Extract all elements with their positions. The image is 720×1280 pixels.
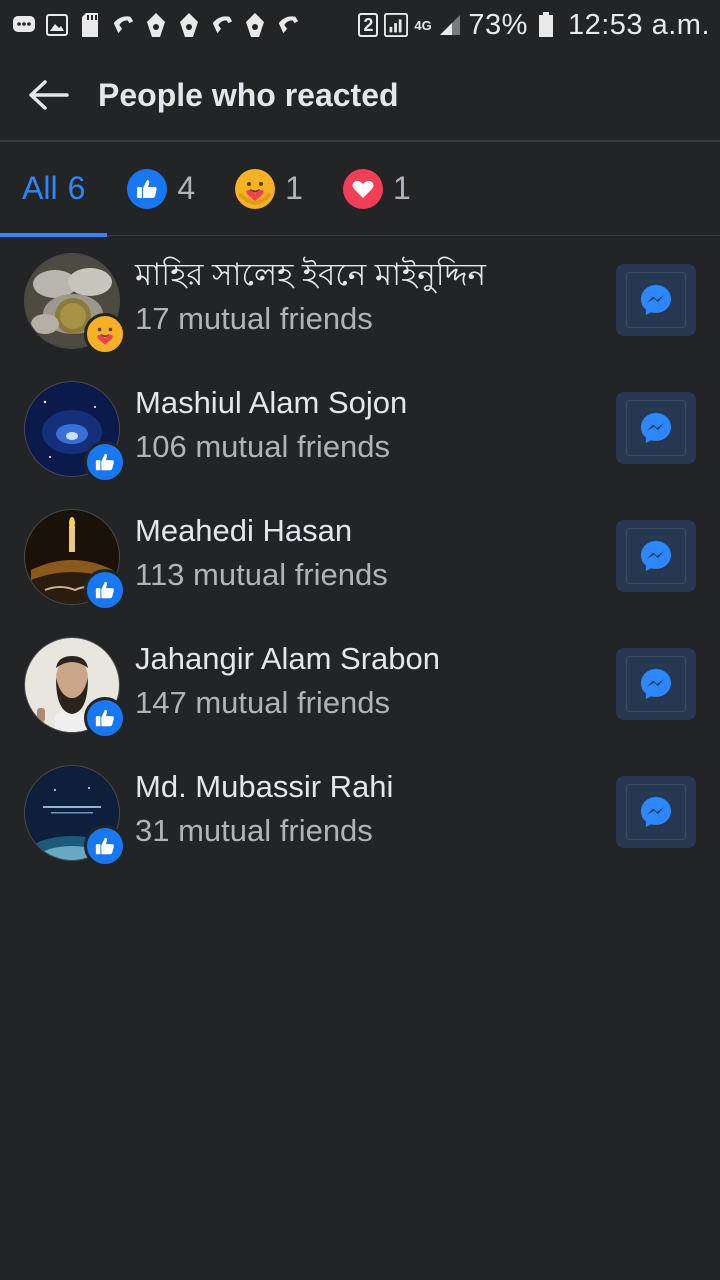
avatar-container bbox=[24, 253, 126, 355]
messenger-icon bbox=[639, 539, 673, 573]
avatar-container bbox=[24, 637, 126, 739]
phone-call-icon bbox=[276, 13, 300, 37]
sd-card-icon bbox=[78, 13, 102, 37]
list-item[interactable]: Meahedi Hasan 113 mutual friends bbox=[0, 492, 720, 620]
tab-count: 4 bbox=[177, 170, 196, 206]
page-title: People who reacted bbox=[98, 76, 399, 113]
tab-love[interactable]: 1 bbox=[323, 142, 431, 236]
message-button-frame bbox=[626, 272, 686, 328]
list-item[interactable]: Mashiul Alam Sojon 106 mutual friends bbox=[0, 364, 720, 492]
message-button[interactable] bbox=[616, 776, 696, 848]
like-reaction-icon bbox=[84, 569, 126, 611]
tab-count: 1 bbox=[392, 170, 411, 206]
phone-call-icon bbox=[210, 13, 234, 37]
tab-all[interactable]: All 6 bbox=[0, 142, 108, 237]
message-button-frame bbox=[626, 528, 686, 584]
love-reaction-icon bbox=[342, 168, 383, 209]
messenger-icon bbox=[639, 411, 673, 445]
network-type-label: 4G bbox=[414, 17, 432, 33]
signal-strength-icon bbox=[438, 13, 462, 37]
like-reaction-icon bbox=[127, 168, 168, 209]
message-button[interactable] bbox=[616, 264, 696, 336]
tab-care[interactable]: 1 bbox=[215, 142, 323, 236]
message-button-frame bbox=[626, 400, 686, 456]
person-name[interactable]: Jahangir Alam Srabon bbox=[135, 638, 440, 680]
messenger-icon bbox=[639, 795, 673, 829]
tab-label: All bbox=[22, 170, 58, 206]
message-button[interactable] bbox=[616, 392, 696, 464]
image-icon bbox=[45, 13, 69, 37]
person-info: Meahedi Hasan 113 mutual friends bbox=[135, 510, 388, 598]
avatar-container bbox=[24, 381, 126, 483]
sim-number-icon: 2 bbox=[358, 13, 379, 37]
person-name[interactable]: Mashiul Alam Sojon bbox=[135, 382, 407, 424]
person-info: Jahangir Alam Srabon 147 mutual friends bbox=[135, 638, 440, 726]
status-bar-notifications bbox=[12, 13, 300, 37]
tab-count: 1 bbox=[285, 170, 303, 206]
mutual-friends-count: 31 mutual friends bbox=[135, 813, 373, 848]
app-notification-icon bbox=[243, 13, 267, 37]
reaction-tabs: All 6 4 1 1 bbox=[0, 142, 720, 237]
arrow-left-icon bbox=[27, 79, 69, 111]
back-button[interactable] bbox=[0, 49, 96, 141]
top-app-bar: People who reacted bbox=[0, 50, 720, 142]
battery-percent: 73% bbox=[468, 8, 528, 41]
like-reaction-icon bbox=[84, 441, 126, 483]
person-name[interactable]: Md. Mubassir Rahi bbox=[135, 766, 393, 808]
care-reaction-icon bbox=[84, 313, 126, 355]
list-item[interactable]: Md. Mubassir Rahi 31 mutual friends bbox=[0, 748, 720, 876]
person-info: Md. Mubassir Rahi 31 mutual friends bbox=[135, 766, 393, 854]
list-item[interactable]: মাহির সালেহ ইবনে মাইনুদ্দিন 17 mutual fr… bbox=[0, 236, 720, 364]
clock: 12:53 a.m. bbox=[567, 8, 710, 41]
chat-bubble-icon bbox=[12, 13, 36, 37]
reactors-list: মাহির সালেহ ইবনে মাইনুদ্দিন 17 mutual fr… bbox=[0, 236, 720, 876]
message-button[interactable] bbox=[616, 648, 696, 720]
tab-like[interactable]: 4 bbox=[107, 142, 215, 236]
message-button-frame bbox=[626, 784, 686, 840]
mutual-friends-count: 113 mutual friends bbox=[135, 557, 388, 592]
mutual-friends-count: 106 mutual friends bbox=[135, 429, 391, 464]
messenger-icon bbox=[639, 667, 673, 701]
status-bar: 2 4G 73% 12:53 a.m. bbox=[0, 0, 720, 50]
status-bar-system: 2 4G 73% 12:53 a.m. bbox=[358, 9, 710, 42]
messenger-icon bbox=[639, 283, 673, 317]
care-reaction-icon bbox=[235, 168, 276, 209]
app-notification-icon bbox=[177, 13, 201, 37]
message-button-frame bbox=[626, 656, 686, 712]
like-reaction-icon bbox=[84, 697, 126, 739]
person-info: মাহির সালেহ ইবনে মাইনুদ্দিন 17 mutual fr… bbox=[135, 254, 486, 342]
person-name[interactable]: Meahedi Hasan bbox=[135, 510, 388, 552]
message-button[interactable] bbox=[616, 520, 696, 592]
like-reaction-icon bbox=[84, 825, 126, 867]
avatar-container bbox=[24, 765, 126, 867]
app-notification-icon bbox=[144, 13, 168, 37]
mutual-friends-count: 17 mutual friends bbox=[135, 301, 373, 336]
phone-call-icon bbox=[111, 13, 135, 37]
person-name[interactable]: মাহির সালেহ ইবনে মাইনুদ্দিন bbox=[135, 254, 486, 296]
avatar-container bbox=[24, 509, 126, 611]
tab-count: 6 bbox=[67, 170, 86, 206]
mutual-friends-count: 147 mutual friends bbox=[135, 685, 391, 720]
signal-box-icon bbox=[384, 12, 409, 37]
list-item[interactable]: Jahangir Alam Srabon 147 mutual friends bbox=[0, 620, 720, 748]
battery-icon bbox=[534, 12, 558, 37]
person-info: Mashiul Alam Sojon 106 mutual friends bbox=[135, 382, 407, 470]
